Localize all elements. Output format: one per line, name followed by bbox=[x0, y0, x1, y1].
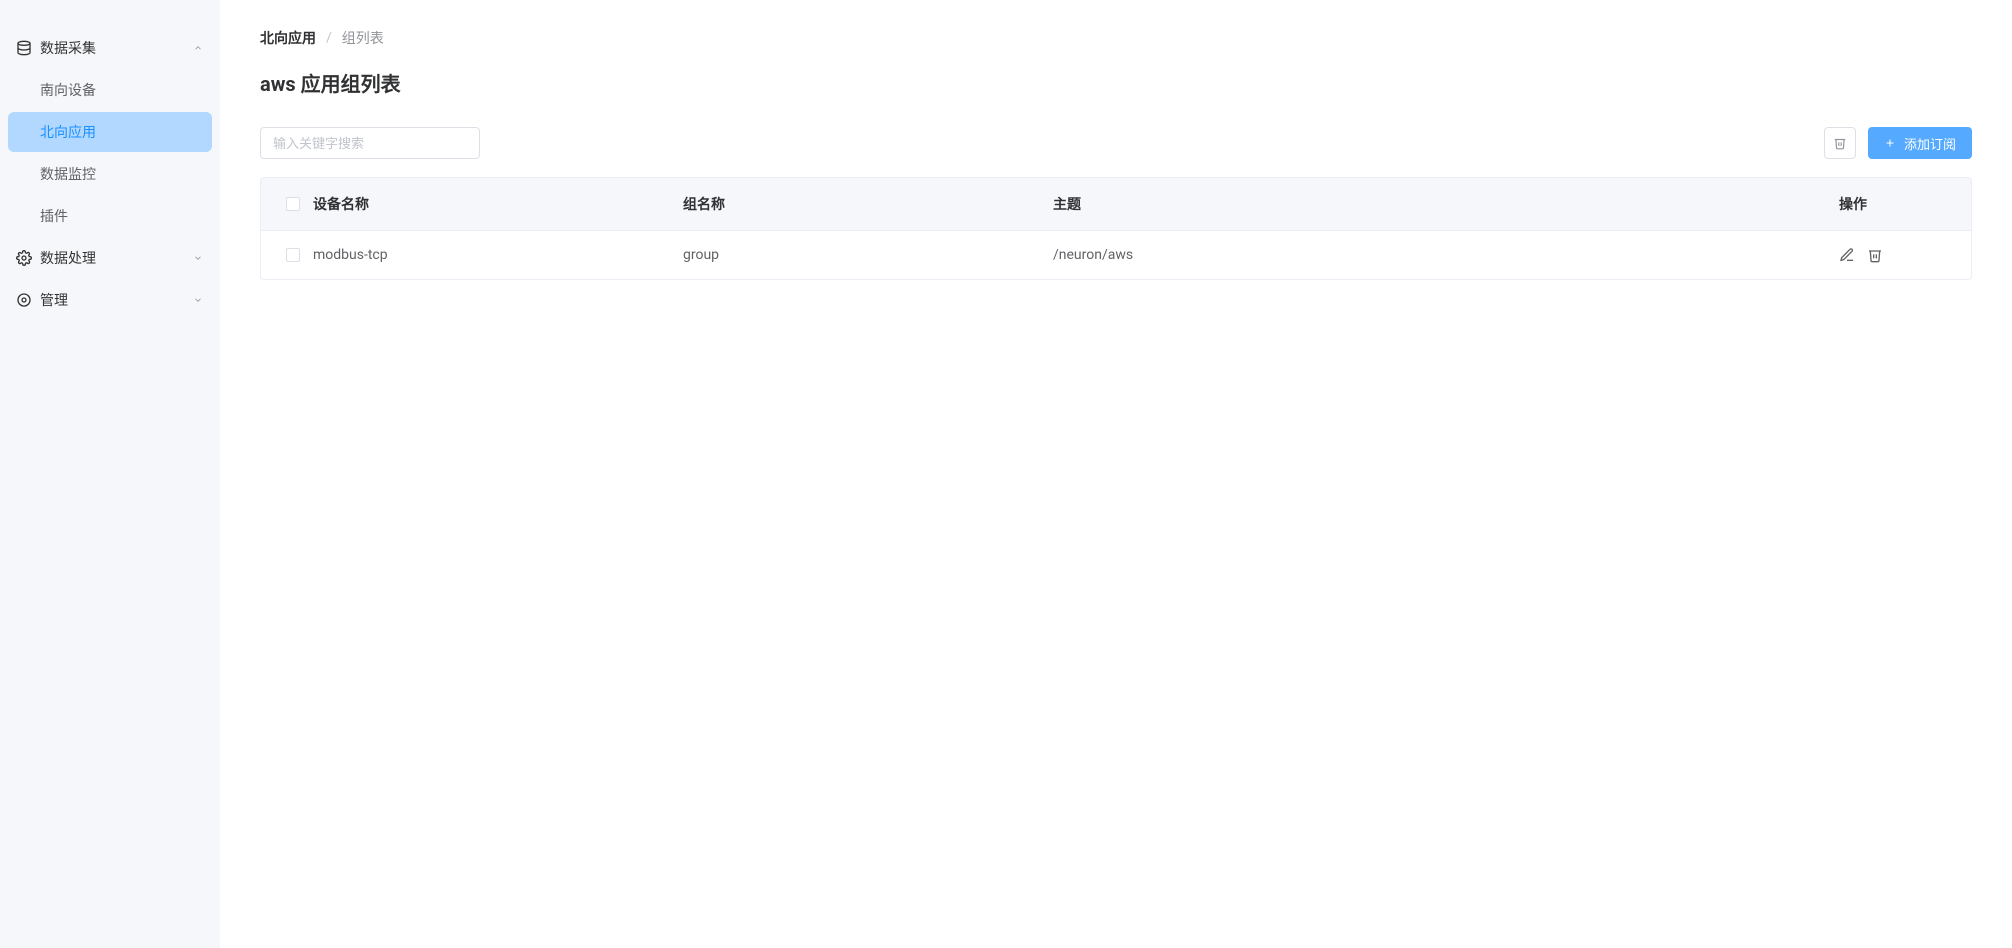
breadcrumb-separator: / bbox=[326, 30, 332, 46]
select-all-checkbox[interactable] bbox=[286, 197, 300, 211]
add-subscription-button[interactable]: 添加订阅 bbox=[1868, 127, 1972, 159]
breadcrumb: 北向应用 / 组列表 bbox=[260, 28, 1972, 48]
processing-icon bbox=[16, 250, 32, 266]
nav-group-label: 数据处理 bbox=[40, 248, 96, 268]
sidebar-item-label: 数据监控 bbox=[40, 167, 96, 183]
sidebar: 数据采集 南向设备 北向应用 数据监控 插件 bbox=[0, 0, 220, 948]
chevron-down-icon bbox=[192, 294, 204, 306]
cell-device: modbus-tcp bbox=[313, 247, 683, 263]
sidebar-item-plugins[interactable]: 插件 bbox=[8, 196, 212, 236]
header-checkbox-cell bbox=[273, 197, 313, 211]
search-input[interactable] bbox=[260, 127, 480, 159]
plus-icon bbox=[1884, 137, 1896, 149]
page-title: aws 应用组列表 bbox=[260, 68, 1972, 97]
breadcrumb-current: 组列表 bbox=[342, 28, 384, 48]
sidebar-item-label: 南向设备 bbox=[40, 83, 96, 99]
delete-bulk-button[interactable] bbox=[1824, 127, 1856, 159]
nav-group-data-collection: 数据采集 南向设备 北向应用 数据监控 插件 bbox=[8, 28, 212, 236]
edit-icon[interactable] bbox=[1839, 247, 1855, 263]
nav-group-label: 数据采集 bbox=[40, 38, 96, 58]
group-table: 设备名称 组名称 主题 操作 modbus-tcp group /neuron/… bbox=[260, 177, 1972, 280]
chevron-up-icon bbox=[192, 42, 204, 54]
nav-group-label: 管理 bbox=[40, 290, 68, 310]
row-checkbox[interactable] bbox=[286, 248, 300, 262]
cell-topic: /neuron/aws bbox=[1053, 247, 1839, 263]
cell-group: group bbox=[683, 247, 1053, 263]
table-row: modbus-tcp group /neuron/aws bbox=[261, 231, 1971, 279]
sidebar-item-north-apps[interactable]: 北向应用 bbox=[8, 112, 212, 152]
trash-icon bbox=[1833, 136, 1847, 150]
header-ops: 操作 bbox=[1839, 194, 1959, 214]
header-topic: 主题 bbox=[1053, 194, 1839, 214]
nav-group-management: 管理 bbox=[8, 280, 212, 320]
main-content: 北向应用 / 组列表 aws 应用组列表 bbox=[220, 0, 2012, 948]
header-group: 组名称 bbox=[683, 194, 1053, 214]
toolbar: 添加订阅 bbox=[260, 127, 1972, 159]
nav-group-data-processing: 数据处理 bbox=[8, 238, 212, 278]
gear-icon bbox=[16, 292, 32, 308]
chevron-down-icon bbox=[192, 252, 204, 264]
nav-group-header-data-collection[interactable]: 数据采集 bbox=[8, 28, 212, 68]
sidebar-item-south-devices[interactable]: 南向设备 bbox=[8, 70, 212, 110]
table-header: 设备名称 组名称 主题 操作 bbox=[261, 178, 1971, 231]
sidebar-item-label: 插件 bbox=[40, 209, 68, 225]
cell-ops bbox=[1839, 247, 1959, 263]
sidebar-item-data-monitor[interactable]: 数据监控 bbox=[8, 154, 212, 194]
database-icon bbox=[16, 40, 32, 56]
add-subscription-label: 添加订阅 bbox=[1904, 134, 1956, 153]
row-checkbox-cell bbox=[273, 248, 313, 262]
nav-group-header-data-processing[interactable]: 数据处理 bbox=[8, 238, 212, 278]
nav-group-header-management[interactable]: 管理 bbox=[8, 280, 212, 320]
sidebar-item-label: 北向应用 bbox=[40, 125, 96, 141]
breadcrumb-parent[interactable]: 北向应用 bbox=[260, 28, 316, 48]
toolbar-right: 添加订阅 bbox=[1824, 127, 1972, 159]
trash-icon[interactable] bbox=[1867, 247, 1883, 263]
header-device: 设备名称 bbox=[313, 194, 683, 214]
